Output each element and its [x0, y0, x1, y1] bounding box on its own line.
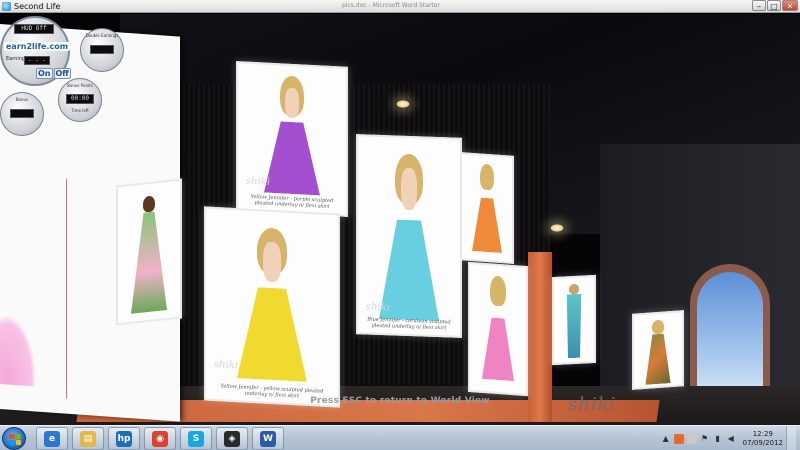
- dial-label: Bonus Points: [67, 83, 93, 88]
- second-life-app-icon: [2, 1, 11, 11]
- minimize-button[interactable]: –: [752, 0, 766, 11]
- model-figure: [262, 74, 322, 202]
- word-icon: W: [260, 430, 276, 447]
- taskbar-file-explorer-button[interactable]: ▤: [72, 427, 104, 450]
- taskbar-skype-button[interactable]: S: [180, 427, 212, 450]
- model-figure: [562, 283, 586, 360]
- internet-explorer-icon: e: [44, 430, 60, 447]
- hud-status-screen: HUD Off: [14, 24, 54, 34]
- file-explorer-icon: ▤: [80, 430, 96, 447]
- poster-purple-skirt[interactable]: shiki Yellow Jennifer - purple sculpted …: [236, 61, 348, 217]
- hud-dial-double-earnings[interactable]: Double Earnings: [80, 28, 124, 72]
- model-figure: [480, 275, 516, 388]
- model-figure: [644, 319, 672, 385]
- show-desktop-button[interactable]: [786, 427, 796, 450]
- poster-green-dress[interactable]: [116, 178, 182, 326]
- poster-pink-skirt[interactable]: [468, 261, 528, 397]
- taskbar-chrome-button[interactable]: ◉: [144, 427, 176, 450]
- poster-brand: shiki: [246, 175, 271, 188]
- time-left-label: Time left: [71, 108, 89, 113]
- panel-divider: [66, 178, 67, 399]
- taskbar-clock[interactable]: 12:29 07/09/2012: [743, 430, 783, 448]
- poster-orange-skirt[interactable]: [460, 152, 514, 264]
- earn2life-hud[interactable]: HUD Off earn2life.com Earnings - - - On …: [0, 14, 130, 154]
- hp-app-icon: hp: [116, 430, 132, 447]
- clock-time: 12:29: [752, 429, 773, 438]
- hud-off-button[interactable]: Off: [53, 68, 71, 79]
- poster-floral-dress[interactable]: [632, 310, 684, 390]
- model-figure: [235, 226, 309, 390]
- second-life-icon: ◈: [224, 430, 240, 447]
- hud-timer: 00:00: [66, 94, 94, 104]
- start-button[interactable]: [2, 427, 26, 450]
- skirt-pink: [482, 317, 514, 381]
- outfit-floral: [644, 333, 672, 385]
- skirt-orange: [472, 197, 502, 253]
- maximize-button[interactable]: □: [767, 0, 781, 11]
- tray-arrow-icon[interactable]: ▲: [661, 434, 671, 444]
- poster-teal-outfit[interactable]: [552, 274, 596, 366]
- skirt-yellow: [237, 286, 307, 382]
- poster-brand: shiki: [366, 301, 391, 314]
- hud-main-dial[interactable]: HUD Off earn2life.com Earnings - - - On …: [0, 16, 71, 86]
- windows-logo-icon: [9, 434, 21, 445]
- tray-security-icon[interactable]: [686, 433, 697, 444]
- ceiling-lamp: [396, 100, 410, 108]
- window-controls: – □ ✕: [752, 0, 798, 11]
- dial-label: Double Earnings: [85, 33, 119, 38]
- background-window-title: pics.doc - Microsoft Word Starter: [342, 2, 440, 9]
- model-figure: [470, 163, 504, 257]
- clock-date: 07/09/2012: [742, 438, 783, 447]
- poster-blue-skirt[interactable]: shiki Blue Jennifer - cerulean sculpted …: [356, 134, 462, 338]
- window-titlebar[interactable]: Second Life pics.doc - Microsoft Word St…: [0, 0, 800, 13]
- pink-dress-image: [0, 314, 36, 387]
- tray-volume-icon[interactable]: ◀: [726, 434, 736, 444]
- dial-label: Bonus: [15, 97, 29, 102]
- poster-brand: shiki: [214, 358, 239, 372]
- hud-brand-logo[interactable]: earn2life.com: [4, 42, 71, 51]
- system-tray: ▲ ⚑ ▮ ◀ 12:29 07/09/2012: [661, 427, 796, 450]
- close-button[interactable]: ✕: [782, 0, 798, 11]
- chrome-icon: ◉: [152, 430, 168, 447]
- outfit-teal: [562, 293, 586, 358]
- model-figure: [377, 153, 441, 325]
- tray-app-icon[interactable]: [673, 433, 684, 444]
- tray-network-icon[interactable]: ▮: [713, 434, 723, 444]
- taskbar-pinned-apps: e ▤ hp ◉ S ◈ W: [36, 427, 284, 450]
- dial-screen: [90, 45, 114, 54]
- archway-sky: [697, 272, 763, 394]
- ceiling-lamp: [550, 224, 564, 232]
- hud-earnings-value: - - -: [24, 56, 50, 65]
- escape-hint: Press ESC to return to World View: [310, 396, 490, 406]
- poster-yellow-skirt[interactable]: shiki Yellow Jennifer - yellow sculpted …: [204, 206, 340, 408]
- poster-caption: Yellow Jennifer - purple sculpted pleate…: [250, 193, 334, 210]
- taskbar-second-life-button[interactable]: ◈: [216, 427, 248, 450]
- hud-toggle: On Off: [36, 68, 71, 79]
- tray-flag-icon[interactable]: ⚑: [700, 434, 710, 444]
- skype-icon: S: [188, 430, 204, 447]
- poster-caption: Blue Jennifer - cerulean sculpted pleate…: [367, 316, 451, 332]
- window-title: Second Life: [14, 1, 61, 11]
- hud-on-button[interactable]: On: [36, 68, 53, 79]
- windows-taskbar: e ▤ hp ◉ S ◈ W ▲ ⚑ ▮ ◀ 12:29 07/09/2012: [0, 425, 800, 450]
- dial-screen: [10, 109, 34, 118]
- taskbar-internet-explorer-button[interactable]: e: [36, 427, 68, 450]
- taskbar-hp-app-button[interactable]: hp: [108, 427, 140, 450]
- hud-dial-bonus[interactable]: Bonus: [0, 92, 44, 136]
- skirt-purple: [264, 121, 320, 196]
- hud-dial-timer[interactable]: Bonus Points 00:00 Time left: [58, 78, 102, 122]
- taskbar-word-button[interactable]: W: [252, 427, 284, 450]
- model-figure: [131, 194, 167, 318]
